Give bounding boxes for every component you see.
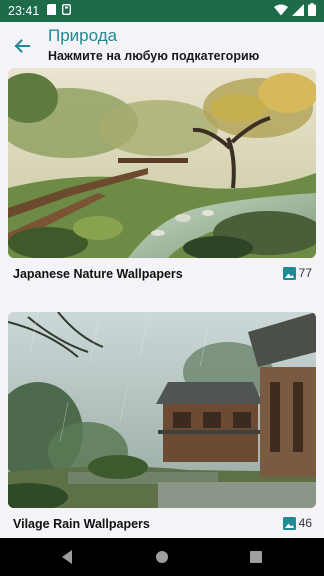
card-footer: Vilage Rain Wallpapers 46 bbox=[8, 508, 316, 538]
battery-icon bbox=[308, 3, 316, 19]
recents-square-icon bbox=[250, 551, 262, 563]
home-circle-icon bbox=[156, 551, 168, 563]
subcategory-card-japanese-nature[interactable]: Japanese Nature Wallpapers 77 bbox=[8, 68, 316, 288]
image-count-value: 77 bbox=[298, 266, 312, 280]
app-bar: Природа Нажмите на любую подкатегорию bbox=[0, 22, 324, 68]
image-count-value: 46 bbox=[298, 516, 312, 530]
gallery-icon bbox=[282, 516, 296, 530]
subcategory-title: Vilage Rain Wallpapers bbox=[13, 517, 150, 531]
page-subtitle: Нажмите на любую подкатегорию bbox=[48, 49, 260, 63]
subcategory-title: Japanese Nature Wallpapers bbox=[13, 267, 183, 281]
status-time: 23:41 bbox=[8, 4, 40, 18]
nav-home-button[interactable] bbox=[152, 547, 172, 567]
arrow-left-icon bbox=[14, 39, 30, 53]
gallery-icon bbox=[282, 266, 296, 280]
image-count: 77 bbox=[282, 266, 312, 280]
card-image-japanese-nature bbox=[8, 68, 316, 258]
page-title: Природа bbox=[48, 26, 118, 45]
storage-icon bbox=[62, 3, 72, 18]
nav-back-button[interactable] bbox=[58, 547, 78, 567]
back-button[interactable] bbox=[10, 34, 34, 58]
back-triangle-icon bbox=[62, 550, 72, 564]
status-bar: 23:41 bbox=[0, 0, 324, 22]
image-count: 46 bbox=[282, 516, 312, 530]
wifi-icon bbox=[274, 4, 288, 19]
subcategory-card-village-rain[interactable]: Vilage Rain Wallpapers 46 bbox=[8, 312, 316, 538]
nav-recents-button[interactable] bbox=[246, 547, 266, 567]
system-nav-bar bbox=[0, 538, 324, 576]
card-footer: Japanese Nature Wallpapers 77 bbox=[8, 258, 316, 288]
subcategory-list: Japanese Nature Wallpapers 77 Vilage Rai… bbox=[0, 68, 324, 538]
sim-card-icon bbox=[47, 4, 57, 18]
status-right bbox=[274, 3, 316, 19]
screen: 23:41 Природа Нажмите на любую подкатего… bbox=[0, 0, 324, 576]
signal-icon bbox=[292, 3, 304, 19]
card-image-village-rain bbox=[8, 312, 316, 508]
